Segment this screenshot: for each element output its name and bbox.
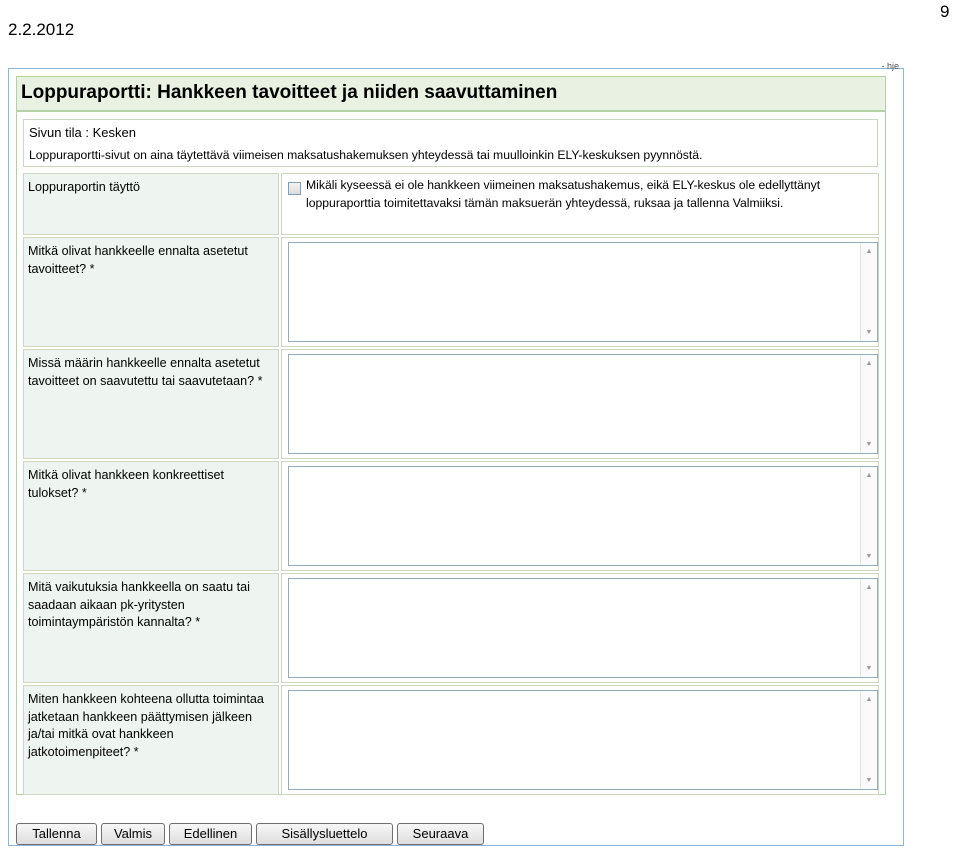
impacts-textarea[interactable]: ▲ ▼ (288, 578, 878, 678)
achievement-textarea[interactable]: ▲ ▼ (288, 354, 878, 454)
scroll-up-icon[interactable]: ▲ (861, 696, 877, 703)
question-row-goals: Mitkä olivat hankkeelle ennalta asetetut… (23, 237, 879, 347)
question-field: ▲ ▼ (281, 461, 879, 571)
question-label: Miten hankkeen kohteena ollutta toiminta… (23, 685, 279, 795)
scroll-up-icon[interactable]: ▲ (861, 584, 877, 591)
scroll-up-icon[interactable]: ▲ (861, 360, 877, 367)
browser-frame: - hje Loppuraportti: Hankkeen tavoitteet… (8, 61, 904, 846)
goals-textarea[interactable]: ▲ ▼ (288, 242, 878, 342)
next-button[interactable]: Seuraava (397, 823, 484, 845)
scroll-up-icon[interactable]: ▲ (861, 248, 877, 255)
scroll-down-icon[interactable]: ▼ (861, 329, 877, 336)
scroll-down-icon[interactable]: ▼ (861, 553, 877, 560)
question-label: Mitä vaikutuksia hankkeella on saatu tai… (23, 573, 279, 683)
question-field: ▲ ▼ (281, 237, 879, 347)
question-row-continuation: Miten hankkeen kohteena ollutta toiminta… (23, 685, 879, 795)
question-row-impacts: Mitä vaikutuksia hankkeella on saatu tai… (23, 573, 879, 683)
question-field: ▲ ▼ (281, 349, 879, 459)
page-title: Loppuraportti: Hankkeen tavoitteet ja ni… (21, 82, 558, 103)
report-form: Loppuraportti: Hankkeen tavoitteet ja ni… (16, 76, 886, 795)
page-status: Sivun tila : Kesken (29, 125, 136, 140)
question-label: Missä määrin hankkeelle ennalta asetetut… (23, 349, 279, 459)
textarea-scrollbar[interactable]: ▲ ▼ (860, 467, 877, 565)
page-number: 9 (940, 2, 950, 21)
done-button[interactable]: Valmis (101, 823, 165, 845)
document-date: 2.2.2012 (8, 20, 75, 39)
question-field: ▲ ▼ (281, 573, 879, 683)
scroll-down-icon[interactable]: ▼ (861, 441, 877, 448)
previous-button[interactable]: Edellinen (169, 823, 252, 845)
title-bar: Loppuraportti: Hankkeen tavoitteet ja ni… (17, 77, 885, 112)
fill-section-row: Loppuraportin täyttö Mikäli kyseessä ei … (23, 173, 879, 235)
question-row-achievement: Missä määrin hankkeelle ennalta asetetut… (23, 349, 879, 459)
textarea-scrollbar[interactable]: ▲ ▼ (860, 691, 877, 789)
fill-section-label: Loppuraportin täyttö (23, 173, 279, 235)
instruction-text: Loppuraportti-sivut on aina täytettävä v… (29, 148, 703, 162)
question-label: Mitkä olivat hankkeelle ennalta asetetut… (23, 237, 279, 347)
cutoff-text: - hje (881, 61, 899, 71)
not-final-checkbox-label: Mikäli kyseessä ei ole hankkeen viimeine… (306, 178, 821, 210)
not-final-checkbox[interactable] (288, 182, 301, 195)
question-row-results: Mitkä olivat hankkeen konkreettiset tulo… (23, 461, 879, 571)
table-of-contents-button[interactable]: Sisällysluettelo (256, 823, 393, 845)
textarea-scrollbar[interactable]: ▲ ▼ (860, 355, 877, 453)
results-textarea[interactable]: ▲ ▼ (288, 466, 878, 566)
textarea-scrollbar[interactable]: ▲ ▼ (860, 243, 877, 341)
fill-section-field: Mikäli kyseessä ei ole hankkeen viimeine… (281, 173, 879, 235)
scroll-down-icon[interactable]: ▼ (861, 665, 877, 672)
save-button[interactable]: Tallenna (16, 823, 97, 845)
question-field: ▲ ▼ (281, 685, 879, 795)
scroll-up-icon[interactable]: ▲ (861, 472, 877, 479)
continuation-textarea[interactable]: ▲ ▼ (288, 690, 878, 790)
scroll-down-icon[interactable]: ▼ (861, 777, 877, 784)
question-label: Mitkä olivat hankkeen konkreettiset tulo… (23, 461, 279, 571)
status-box: Sivun tila : Kesken Loppuraportti-sivut … (23, 119, 878, 167)
textarea-scrollbar[interactable]: ▲ ▼ (860, 579, 877, 677)
